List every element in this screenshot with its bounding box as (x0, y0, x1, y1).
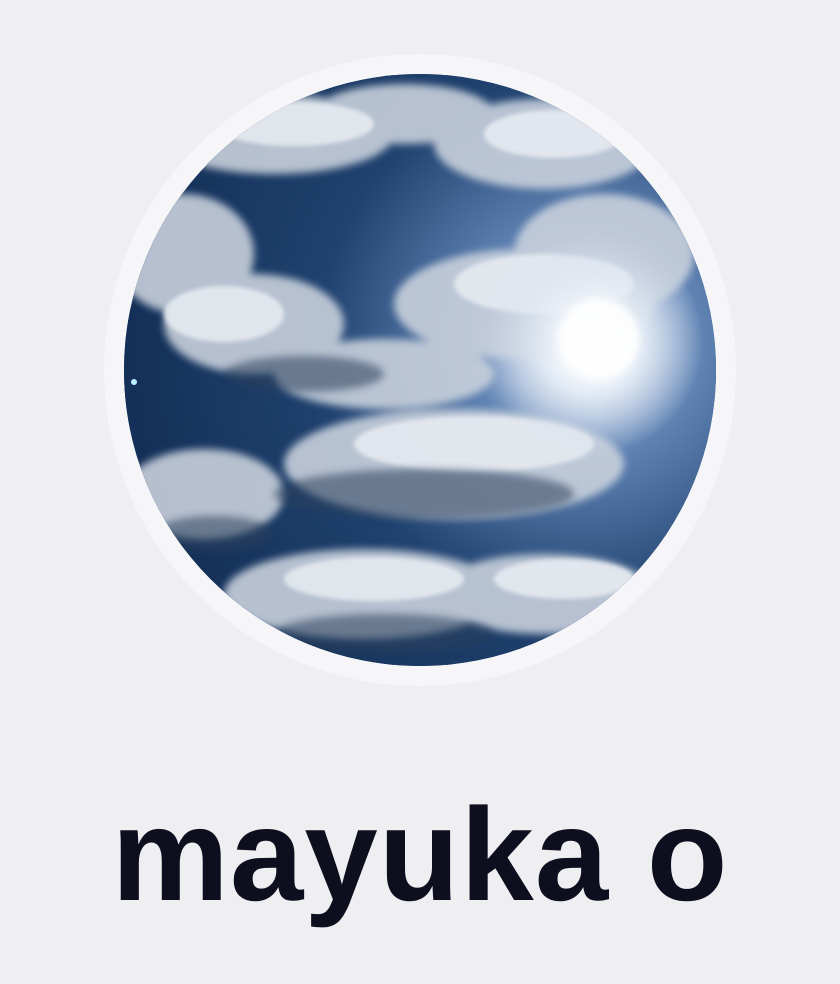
profile-card: mayuka o (0, 0, 840, 984)
display-name: mayuka o (111, 781, 729, 928)
avatar[interactable] (124, 74, 716, 666)
sky-clouds-photo (124, 74, 716, 666)
